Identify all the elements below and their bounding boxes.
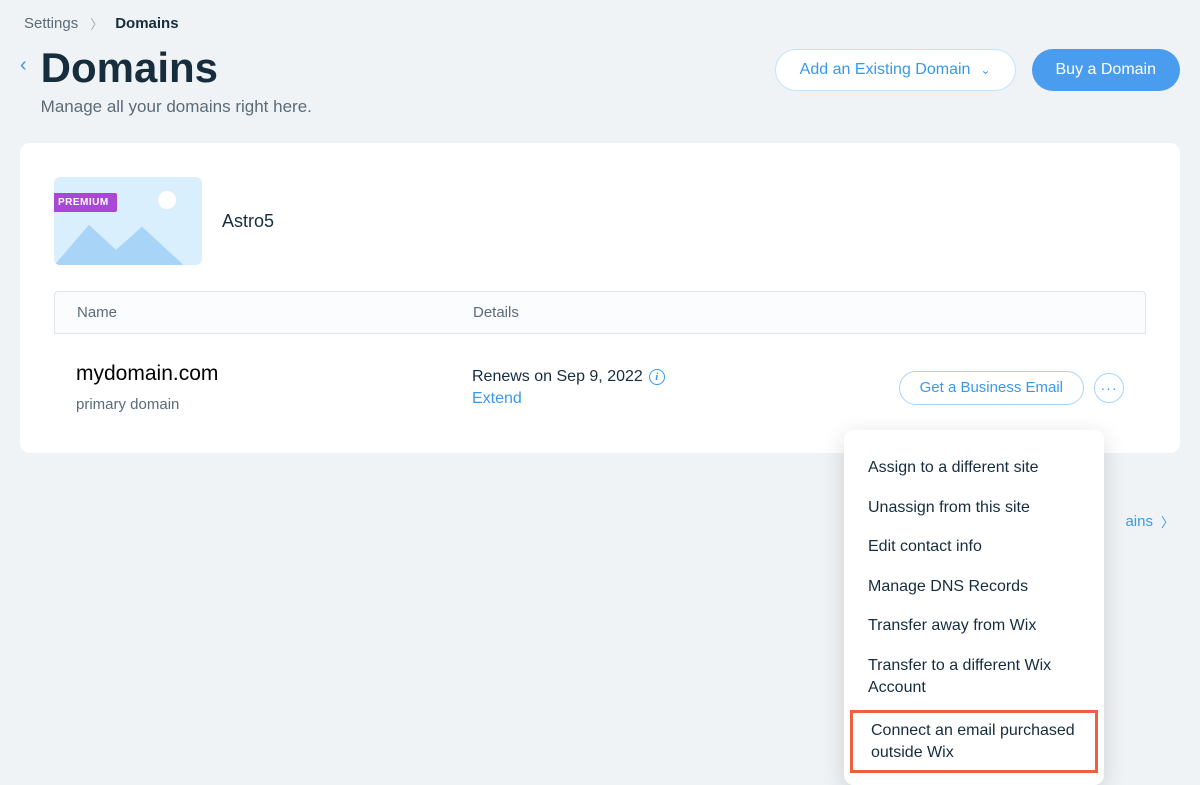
table-row: mydomain.com primary domain Renews on Se… [54,334,1146,429]
menu-transfer-account[interactable]: Transfer to a different Wix Account [844,646,1104,707]
table-header: Name Details [54,291,1146,334]
site-name: Astro5 [222,211,274,232]
menu-assign-site[interactable]: Assign to a different site [844,448,1104,488]
buy-domain-button[interactable]: Buy a Domain [1032,49,1181,91]
chevron-down-icon: ⌄ [980,63,990,77]
breadcrumb-parent[interactable]: Settings [24,15,78,32]
chevron-right-icon: 〉 [1161,512,1174,531]
menu-edit-contact[interactable]: Edit contact info [844,527,1104,567]
get-business-email-button[interactable]: Get a Business Email [899,371,1084,405]
domains-card: PREMIUM Astro5 Name Details mydomain.com… [20,143,1180,453]
page-header: ‹ Domains Manage all your domains right … [20,45,1180,117]
add-existing-domain-label: Add an Existing Domain [800,61,971,79]
column-details: Details [473,304,1123,321]
page-title: Domains [41,45,312,91]
renewal-text: Renews on Sep 9, 2022 [472,368,643,386]
back-arrow-icon[interactable]: ‹ [20,45,27,75]
menu-connect-external-email[interactable]: Connect an email purchased outside Wix [850,710,1098,773]
ellipsis-icon: ··· [1101,380,1118,396]
domains-table: Name Details mydomain.com primary domain… [20,291,1180,429]
domain-name: mydomain.com [76,362,472,386]
premium-badge: PREMIUM [54,193,117,212]
site-header: PREMIUM Astro5 [20,177,1180,291]
footer-domains-link[interactable]: ains 〉 [1125,512,1174,531]
more-actions-menu: Assign to a different site Unassign from… [844,430,1104,785]
chevron-right-icon: 〉 [90,14,103,33]
domain-subtext: primary domain [76,396,472,413]
menu-unassign-site[interactable]: Unassign from this site [844,488,1104,528]
column-name: Name [77,304,473,321]
breadcrumb: Settings 〉 Domains [20,14,1180,33]
menu-manage-dns[interactable]: Manage DNS Records [844,567,1104,607]
site-thumbnail: PREMIUM [54,177,202,265]
info-icon[interactable]: i [649,369,665,385]
mountains-icon [54,217,202,265]
page-subtitle: Manage all your domains right here. [41,97,312,117]
sun-icon [158,191,176,209]
add-existing-domain-button[interactable]: Add an Existing Domain ⌄ [775,49,1016,91]
more-actions-button[interactable]: ··· [1094,373,1124,403]
menu-transfer-away[interactable]: Transfer away from Wix [844,606,1104,646]
footer-link-text: ains [1125,513,1153,530]
extend-link[interactable]: Extend [472,390,899,408]
breadcrumb-current: Domains [115,15,178,32]
